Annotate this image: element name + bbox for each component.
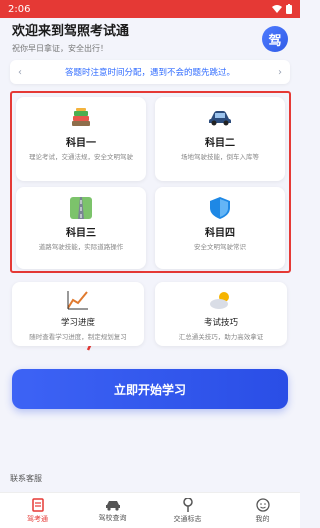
feature-title: 学习进度 [60, 318, 95, 328]
page-title: 欢迎来到驾照考试通 [12, 24, 130, 39]
feature-desc: 随时查看学习进度，制定规划复习 [29, 333, 127, 341]
subject-title: 科目二 [205, 138, 235, 149]
battery-icon [286, 4, 292, 14]
notice-text: 答题时注意时间分配，遇到不会的题先跳过。 [64, 68, 235, 78]
page-subtitle: 祝你早日拿证，安全出行！ [12, 44, 108, 53]
bottom-nav: 驾考通 驾校查询 交通标志 我的 [0, 492, 300, 528]
chart-icon [67, 290, 89, 312]
chevron-right-icon[interactable]: › [278, 67, 282, 78]
nav-label: 交通标志 [173, 514, 202, 523]
nav-item-signs[interactable]: 交通标志 [150, 493, 225, 528]
start-learning-button[interactable]: 立即开始学习 [12, 369, 288, 409]
feature-card-tips[interactable]: 考试技巧 汇总通关技巧，助力高效拿证 [155, 282, 287, 346]
subject-card-1[interactable]: 科目一 理论考试，交通法规，安全文明驾驶 [16, 97, 146, 181]
car-icon [208, 107, 232, 129]
subject-grid: 科目一 理论考试，交通法规，安全文明驾驶 科目二 场地驾驶技能，倒车入库等 科目… [10, 91, 291, 273]
nav-label: 我的 [255, 514, 270, 523]
chevron-left-icon[interactable]: ‹ [18, 67, 22, 78]
status-bar: 2:06 [0, 0, 300, 18]
feature-title: 考试技巧 [203, 318, 238, 328]
signpost-icon [182, 497, 193, 512]
books-icon [70, 107, 92, 129]
status-icons [272, 4, 292, 14]
subject-desc: 安全文明驾驶常识 [194, 243, 246, 251]
wifi-icon [272, 4, 282, 13]
contact-support-link[interactable]: 联系客服 [10, 473, 42, 484]
subject-desc: 道路驾驶技能，实际道路操作 [38, 243, 124, 251]
subject-card-3[interactable]: 科目三 道路驾驶技能，实际道路操作 [16, 187, 146, 269]
smiley-icon [255, 497, 270, 512]
shield-icon [210, 197, 230, 219]
nav-label: 驾校查询 [98, 513, 127, 522]
nav-item-school[interactable]: 驾校查询 [75, 493, 150, 528]
header: 欢迎来到驾照考试通 祝你早日拿证，安全出行！ 驾 [0, 18, 300, 58]
status-time: 2:06 [8, 3, 31, 15]
subject-title: 科目三 [66, 228, 96, 239]
car-icon [105, 500, 120, 511]
weather-icon [209, 290, 233, 312]
notice-banner[interactable]: ‹ 答题时注意时间分配，遇到不会的题先跳过。 › [10, 60, 290, 84]
subject-title: 科目一 [66, 138, 96, 149]
exam-icon [31, 497, 44, 512]
feature-desc: 汇总通关技巧，助力高效拿证 [178, 333, 264, 341]
subject-card-4[interactable]: 科目四 安全文明驾驶常识 [155, 187, 285, 269]
nav-item-profile[interactable]: 我的 [225, 493, 300, 528]
nav-label: 驾考通 [27, 514, 48, 523]
road-icon [70, 197, 92, 219]
subject-title: 科目四 [205, 228, 235, 239]
subject-desc: 场地驾驶技能，倒车入库等 [181, 153, 259, 161]
subject-card-2[interactable]: 科目二 场地驾驶技能，倒车入库等 [155, 97, 285, 181]
app-logo: 驾 [262, 26, 288, 52]
subject-desc: 理论考试，交通法规，安全文明驾驶 [29, 153, 133, 161]
nav-item-home[interactable]: 驾考通 [0, 493, 75, 528]
feature-card-progress[interactable]: 学习进度 随时查看学习进度，制定规划复习 [12, 282, 144, 346]
